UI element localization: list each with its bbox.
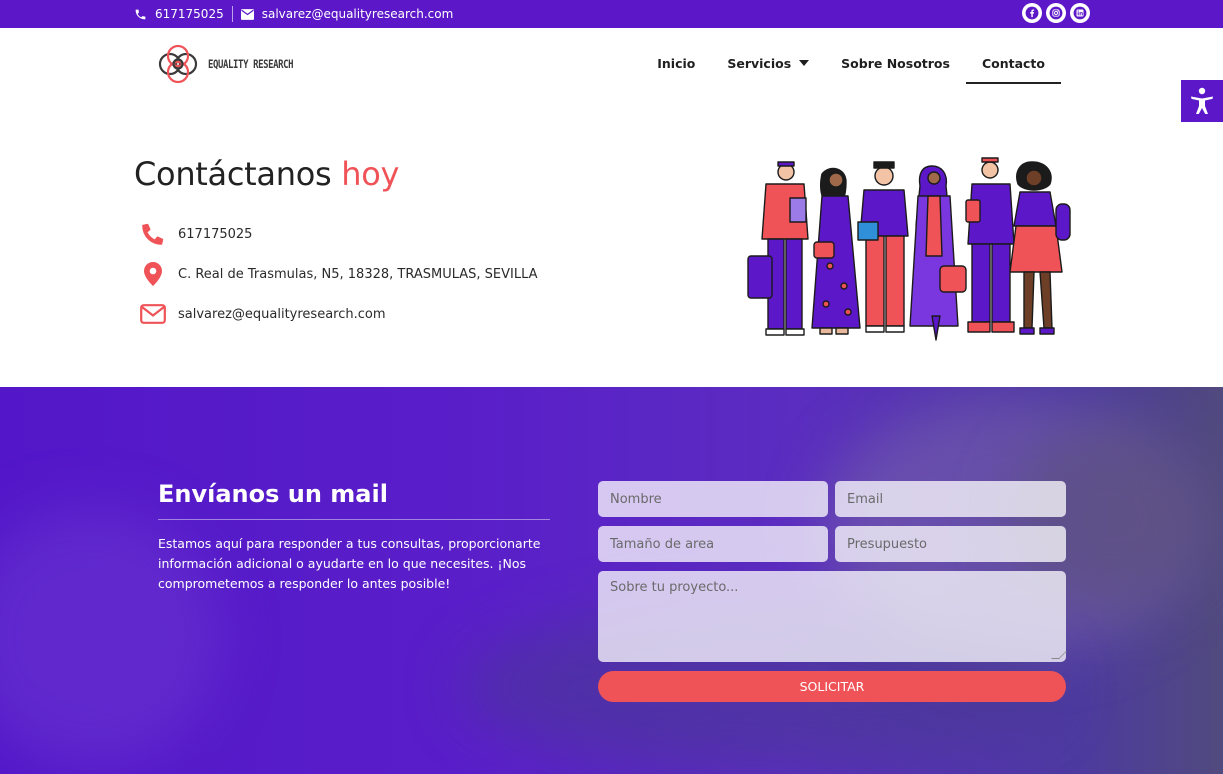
person-figure bbox=[747, 161, 809, 336]
phone-icon bbox=[140, 222, 166, 246]
linkedin-icon[interactable] bbox=[1070, 3, 1090, 23]
nav-servicios[interactable]: Servicios bbox=[711, 45, 825, 81]
resize-handle-icon[interactable] bbox=[1051, 651, 1067, 659]
mail-title: Envíanos un mail bbox=[158, 480, 388, 508]
accessibility-button[interactable] bbox=[1181, 80, 1223, 122]
person-figure bbox=[857, 161, 909, 333]
nav-inicio[interactable]: Inicio bbox=[641, 45, 711, 81]
project-textarea-placeholder: Sobre tu proyecto... bbox=[610, 580, 739, 595]
contact-title: Contáctanos hoy bbox=[134, 155, 399, 193]
contact-phone-row[interactable]: 617175025 bbox=[140, 214, 538, 254]
topbar-email-text: salvarez@equalityresearch.com bbox=[261, 7, 454, 21]
submit-button[interactable]: SOLICITAR bbox=[598, 671, 1066, 702]
accessibility-icon bbox=[1191, 87, 1213, 114]
submit-button-label: SOLICITAR bbox=[799, 679, 865, 694]
contact-phone-text: 617175025 bbox=[178, 226, 253, 242]
topbar-phone[interactable]: 617175025 bbox=[134, 7, 224, 21]
nav-sobre-nosotros-label: Sobre Nosotros bbox=[841, 55, 950, 71]
envelope-icon bbox=[240, 8, 254, 20]
mail-title-divider bbox=[158, 519, 550, 520]
logo-text: EQUALITY RESEARCH bbox=[208, 57, 294, 71]
person-figure bbox=[1009, 161, 1071, 335]
budget-input[interactable]: Presupuesto bbox=[835, 526, 1066, 562]
nav-contacto-label: Contacto bbox=[981, 55, 1045, 71]
facebook-icon[interactable] bbox=[1022, 3, 1042, 23]
nav-inicio-label: Inicio bbox=[657, 55, 696, 71]
contact-list: 617175025 C. Real de Trasmulas, N5, 1832… bbox=[140, 214, 538, 334]
person-figure bbox=[909, 165, 967, 341]
mail-description: Estamos aquí para responder a tus consul… bbox=[158, 536, 541, 591]
caret-down-icon bbox=[799, 60, 810, 66]
topbar-email[interactable]: salvarez@equalityresearch.com bbox=[240, 7, 454, 21]
nav-contacto[interactable]: Contacto bbox=[965, 45, 1062, 84]
nav-servicios-label: Servicios bbox=[727, 55, 792, 71]
person-figure bbox=[811, 167, 861, 335]
site-header: EQUALITY RESEARCH Inicio Servicios Sobre… bbox=[0, 28, 1223, 122]
logo-mark-icon bbox=[158, 44, 198, 84]
contact-email-text: salvarez@equalityresearch.com bbox=[178, 306, 386, 322]
contact-address-text: C. Real de Trasmulas, N5, 18328, TRASMUL… bbox=[178, 266, 538, 282]
team-illustration bbox=[747, 157, 1071, 341]
name-input[interactable]: Nombre bbox=[598, 481, 828, 517]
contact-email-row[interactable]: salvarez@equalityresearch.com bbox=[140, 294, 538, 334]
contact-title-highlight: hoy bbox=[341, 155, 400, 193]
logo[interactable]: EQUALITY RESEARCH bbox=[156, 42, 317, 86]
phone-icon bbox=[135, 9, 146, 19]
topbar-phone-text: 617175025 bbox=[155, 7, 224, 21]
main-nav: Inicio Servicios Sobre Nosotros Contacto bbox=[641, 28, 1062, 98]
budget-input-placeholder: Presupuesto bbox=[847, 536, 927, 552]
nav-sobre-nosotros[interactable]: Sobre Nosotros bbox=[825, 45, 966, 81]
area-size-input[interactable]: Tamaño de area bbox=[598, 526, 828, 562]
email-input-placeholder: Email bbox=[847, 491, 884, 507]
topbar-divider bbox=[231, 6, 233, 22]
topbar-contact: 617175025 salvarez@equalityresearch.com bbox=[134, 0, 453, 28]
area-size-input-placeholder: Tamaño de area bbox=[610, 536, 715, 552]
social-links bbox=[1022, 3, 1090, 23]
email-input[interactable]: Email bbox=[835, 481, 1066, 517]
mail-section: Envíanos un mail Estamos aquí para respo… bbox=[0, 387, 1223, 774]
contact-address-row[interactable]: C. Real de Trasmulas, N5, 18328, TRASMUL… bbox=[140, 254, 538, 294]
name-input-placeholder: Nombre bbox=[610, 491, 662, 507]
top-bar: 617175025 salvarez@equalityresearch.com bbox=[0, 0, 1223, 28]
person-figure bbox=[965, 157, 1015, 333]
project-textarea[interactable]: Sobre tu proyecto... bbox=[598, 571, 1067, 662]
envelope-icon bbox=[140, 304, 166, 324]
instagram-icon[interactable] bbox=[1046, 3, 1066, 23]
location-pin-icon bbox=[140, 262, 166, 286]
contact-title-main: Contáctanos bbox=[134, 155, 332, 193]
